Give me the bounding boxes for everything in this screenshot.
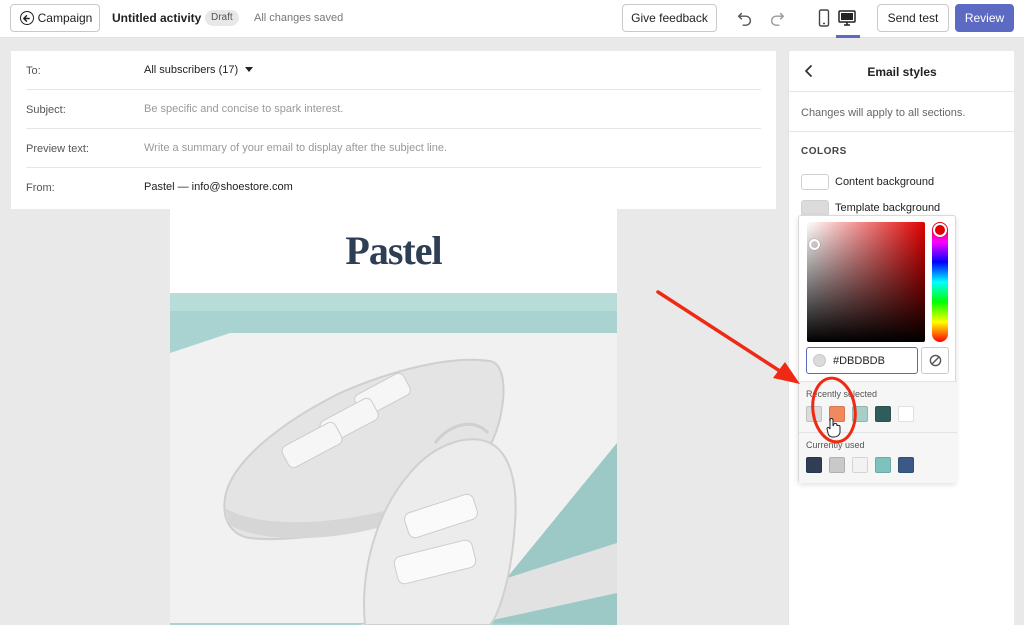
- send-test-button[interactable]: Send test: [877, 4, 949, 32]
- used-swatch-2[interactable]: [829, 457, 845, 473]
- preview-text-input[interactable]: Write a summary of your email to display…: [144, 142, 447, 154]
- no-color-button[interactable]: [921, 347, 949, 374]
- draft-badge: Draft: [205, 10, 239, 26]
- panel-note: Changes will apply to all sections.: [801, 107, 966, 119]
- undo-icon[interactable]: [736, 9, 754, 27]
- hue-slider[interactable]: [932, 222, 948, 342]
- template-background-swatch[interactable]: [801, 200, 829, 216]
- recent-swatch-2[interactable]: [829, 406, 845, 422]
- recent-swatch-3[interactable]: [852, 406, 868, 422]
- recently-selected-section: Recently selected: [799, 381, 957, 432]
- activity-title[interactable]: Untitled activity: [112, 11, 201, 25]
- back-arrow-icon: [19, 11, 34, 25]
- currently-used-section: Currently used: [799, 432, 957, 483]
- from-value[interactable]: Pastel — info@shoestore.com: [144, 181, 293, 193]
- content-background-swatch[interactable]: [801, 174, 829, 190]
- used-swatch-1[interactable]: [806, 457, 822, 473]
- from-row: From: Pastel — info@shoestore.com: [26, 168, 761, 207]
- mobile-preview-icon[interactable]: [818, 9, 830, 27]
- annotation-arrow: [656, 290, 788, 377]
- template-background-label: Template background: [835, 202, 941, 214]
- preview-text-label: Preview text:: [26, 143, 89, 155]
- recipients-value: All subscribers (17): [144, 64, 239, 76]
- subject-input[interactable]: Be specific and concise to spark interes…: [144, 103, 343, 115]
- recent-swatch-4[interactable]: [875, 406, 891, 422]
- used-swatch-4[interactable]: [875, 457, 891, 473]
- subject-label: Subject:: [26, 104, 66, 116]
- hero-image-shoes[interactable]: [170, 293, 617, 625]
- active-view-indicator: [836, 35, 860, 38]
- brand-logo[interactable]: Pastel: [170, 227, 617, 274]
- preview-text-row: Preview text: Write a summary of your em…: [26, 129, 761, 168]
- to-row: To: All subscribers (17): [26, 51, 761, 90]
- from-label: From:: [26, 182, 55, 194]
- caret-down-icon: [245, 67, 254, 73]
- redo-icon[interactable]: [768, 9, 786, 27]
- color-preview-dot: [813, 354, 826, 367]
- panel-divider: [789, 131, 1015, 132]
- back-to-campaign-button[interactable]: Campaign: [10, 4, 100, 32]
- to-label: To:: [26, 65, 41, 77]
- no-color-icon: [929, 354, 941, 367]
- subject-row: Subject: Be specific and concise to spar…: [26, 90, 761, 129]
- saturation-handle[interactable]: [809, 239, 820, 250]
- recent-swatch-5[interactable]: [898, 406, 914, 422]
- panel-header: Email styles: [789, 51, 1015, 92]
- currently-used-label: Currently used: [806, 440, 865, 450]
- email-header-form: To: All subscribers (17) Subject: Be spe…: [11, 51, 776, 209]
- review-button[interactable]: Review: [955, 4, 1014, 32]
- email-canvas[interactable]: Pastel: [170, 209, 617, 625]
- recent-swatch-1[interactable]: [806, 406, 822, 422]
- save-status: All changes saved: [254, 12, 344, 24]
- top-toolbar: Campaign Untitled activity Draft All cha…: [0, 0, 1024, 38]
- hue-handle[interactable]: [933, 223, 947, 237]
- used-swatch-3[interactable]: [852, 457, 868, 473]
- saturation-brightness-area[interactable]: [807, 222, 925, 342]
- content-background-label: Content background: [835, 176, 935, 188]
- hex-value: #DBDBDB: [833, 355, 885, 367]
- color-picker-popover: #DBDBDB Recently selected Currently used: [798, 215, 957, 483]
- desktop-preview-icon[interactable]: [838, 9, 856, 27]
- colors-heading: COLORS: [801, 146, 847, 157]
- recently-selected-label: Recently selected: [806, 389, 878, 399]
- give-feedback-button[interactable]: Give feedback: [622, 4, 717, 32]
- back-button-label: Campaign: [37, 11, 93, 25]
- recipients-dropdown[interactable]: All subscribers (17): [144, 64, 254, 76]
- panel-title: Email styles: [867, 65, 937, 79]
- hex-color-input[interactable]: #DBDBDB: [806, 347, 918, 374]
- used-swatch-5[interactable]: [898, 457, 914, 473]
